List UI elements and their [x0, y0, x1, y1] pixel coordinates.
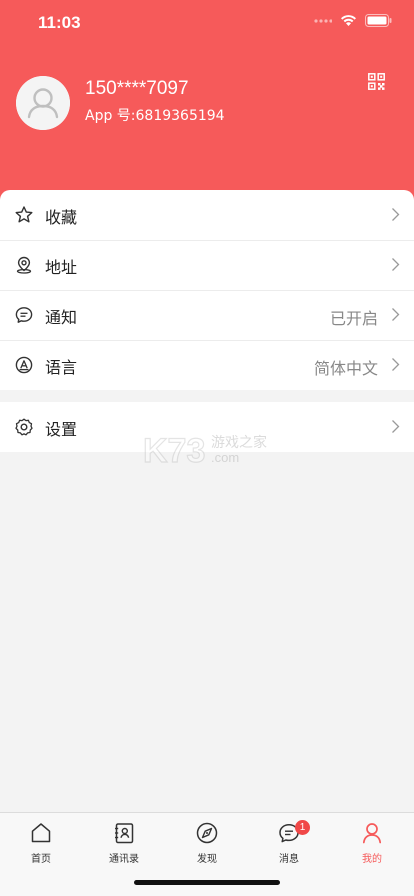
qr-code-icon	[368, 73, 385, 90]
profile-phone: 150****7097	[85, 78, 189, 99]
chevron-right-icon	[392, 420, 400, 433]
avatar[interactable]	[16, 76, 70, 130]
contacts-book-icon	[115, 823, 134, 844]
wifi-icon	[341, 15, 356, 26]
menu-item-label: 收藏	[45, 208, 78, 227]
profile-app-id: App 号:6819365194	[85, 108, 225, 124]
tab-label: 消息	[279, 854, 299, 865]
chevron-right-icon	[392, 308, 400, 321]
menu-item-favorites[interactable]: 收藏	[0, 190, 414, 240]
profile-header: 11:03 150****7097 App 号:6819365194	[0, 0, 414, 205]
menu-item-address[interactable]: 地址	[0, 240, 414, 290]
home-indicator	[134, 880, 280, 885]
qr-code-button[interactable]	[368, 73, 385, 94]
signal-icon	[314, 18, 332, 23]
menu-item-value: 已开启	[329, 309, 378, 328]
tab-label: 首页	[31, 854, 51, 865]
chevron-right-icon	[392, 258, 400, 271]
menu-list: 收藏 地址 通知 已开启 语言 简体中文	[0, 190, 414, 390]
tab-label: 我的	[362, 854, 382, 865]
tab-messages[interactable]: 1 消息	[259, 820, 319, 871]
menu-item-label: 地址	[45, 258, 78, 277]
menu-item-notifications[interactable]: 通知 已开启	[0, 290, 414, 340]
location-pin-icon	[16, 256, 32, 274]
tab-discover[interactable]: 发现	[177, 821, 237, 871]
gear-icon	[15, 418, 33, 436]
tab-me[interactable]: 我的	[342, 821, 402, 871]
tab-label: 通讯录	[109, 854, 139, 865]
status-icons	[314, 14, 392, 27]
battery-icon	[365, 14, 392, 27]
watermark-domain: .com	[211, 450, 239, 465]
menu-item-language[interactable]: 语言 简体中文	[0, 340, 414, 390]
tab-home[interactable]: 首页	[11, 821, 71, 871]
home-icon	[31, 823, 51, 843]
star-icon	[15, 206, 33, 223]
menu-item-label: 语言	[45, 358, 78, 377]
watermark-tagline: 游戏之家	[211, 434, 267, 451]
tab-label: 发现	[197, 854, 217, 865]
compass-icon	[196, 822, 218, 844]
unread-badge: 1	[295, 820, 310, 835]
status-time: 11:03	[38, 13, 81, 32]
language-icon	[15, 356, 33, 374]
chevron-right-icon	[392, 358, 400, 371]
k73-watermark: K73 游戏之家 .com	[142, 430, 283, 470]
chat-bubble-icon	[15, 307, 33, 323]
chevron-right-icon	[392, 208, 400, 221]
menu-item-label: 通知	[45, 308, 78, 327]
watermark-brand: K73	[143, 432, 205, 470]
status-bar: 11:03	[0, 0, 414, 46]
menu-item-label: 设置	[45, 420, 78, 439]
tab-contacts[interactable]: 通讯录	[94, 821, 154, 871]
menu-item-value: 简体中文	[313, 359, 378, 378]
default-avatar-icon	[16, 76, 70, 130]
person-icon	[362, 823, 382, 844]
